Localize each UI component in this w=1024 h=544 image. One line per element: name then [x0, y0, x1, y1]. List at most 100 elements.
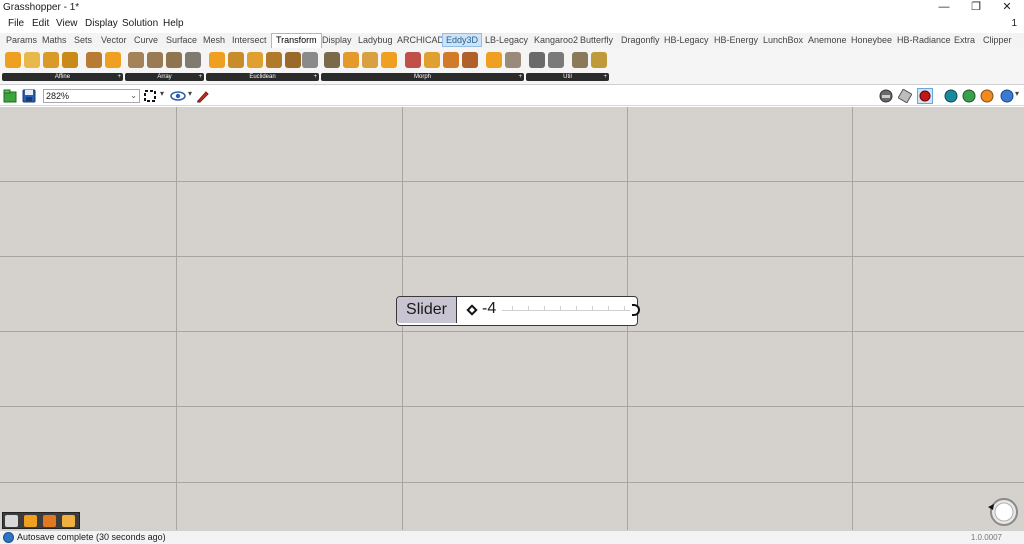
- taper-icon[interactable]: [462, 52, 478, 68]
- expand-group-button[interactable]: +: [198, 73, 202, 81]
- flow-icon[interactable]: [405, 52, 421, 68]
- move-to-plane-component-icon[interactable]: [285, 52, 301, 68]
- zoom-extents-icon[interactable]: [143, 89, 157, 103]
- tab-kangaroo2[interactable]: Kangaroo2: [534, 35, 578, 45]
- polar-array-icon[interactable]: [166, 52, 182, 68]
- slider-name-label[interactable]: Slider: [397, 297, 457, 323]
- preview-wireframe-icon[interactable]: [879, 89, 893, 103]
- open-file-icon[interactable]: [3, 89, 17, 103]
- tab-intersect[interactable]: Intersect: [232, 35, 267, 45]
- bend-deform-icon[interactable]: [343, 52, 359, 68]
- tree-widget-icon[interactable]: [43, 515, 56, 527]
- twist-icon[interactable]: [424, 52, 440, 68]
- menu-help[interactable]: Help: [163, 18, 184, 29]
- compound-transform-icon[interactable]: [529, 52, 545, 68]
- tab-clipper[interactable]: Clipper: [983, 35, 1012, 45]
- tab-hb-legacy[interactable]: HB-Legacy: [664, 35, 709, 45]
- tab-ladybug[interactable]: Ladybug: [358, 35, 393, 45]
- move-component-icon[interactable]: [209, 52, 225, 68]
- split-transform-icon[interactable]: [572, 52, 588, 68]
- mirror-component-icon[interactable]: [266, 52, 282, 68]
- tab-eddy3d[interactable]: Eddy3D: [442, 33, 483, 47]
- menu-display[interactable]: Display: [85, 18, 118, 29]
- grid-line: [0, 331, 1024, 332]
- orient-direction-component-icon[interactable]: [302, 52, 318, 68]
- menu-edit[interactable]: Edit: [32, 18, 49, 29]
- number-slider-component[interactable]: Slider -4: [396, 296, 640, 326]
- navigation-compass-icon[interactable]: [987, 495, 1019, 527]
- expand-group-button[interactable]: +: [313, 73, 317, 81]
- canvas-bookmark-icon[interactable]: [5, 515, 18, 527]
- restore-button[interactable]: ❐: [961, 0, 991, 16]
- expand-group-button[interactable]: +: [117, 73, 121, 81]
- rotate-axis-component-icon[interactable]: [247, 52, 263, 68]
- slider-output-port[interactable]: [632, 304, 640, 316]
- tab-butterfly[interactable]: Butterfly: [580, 35, 613, 45]
- tab-mesh[interactable]: Mesh: [203, 35, 225, 45]
- move-away-component-icon[interactable]: [228, 52, 244, 68]
- tab-surface[interactable]: Surface: [166, 35, 197, 45]
- save-file-icon[interactable]: [22, 89, 36, 103]
- tab-extra[interactable]: Extra: [954, 35, 975, 45]
- ribbon-group-label-array: Array: [157, 74, 172, 80]
- status-message: Autosave complete (30 seconds ago): [17, 532, 166, 542]
- transform-component-icon[interactable]: [591, 52, 607, 68]
- info-icon: [3, 532, 14, 543]
- mesh-settings-icon[interactable]: [944, 89, 958, 103]
- inverse-transform-icon[interactable]: [548, 52, 564, 68]
- close-button[interactable]: ✕: [992, 0, 1022, 16]
- ribbon-group-label-util: Util: [563, 74, 572, 80]
- tab-lb-legacy[interactable]: LB-Legacy: [485, 35, 528, 45]
- tab-vector[interactable]: Vector: [101, 35, 127, 45]
- scale-component-icon[interactable]: [24, 52, 40, 68]
- tab-lunchbox[interactable]: LunchBox: [763, 35, 803, 45]
- expand-group-button[interactable]: +: [603, 73, 607, 81]
- box-morph-icon[interactable]: [324, 52, 340, 68]
- tab-transform[interactable]: Transform: [271, 33, 322, 48]
- box-map-component-icon[interactable]: [86, 52, 102, 68]
- tab-anemone[interactable]: Anemone: [808, 35, 847, 45]
- slider-track[interactable]: [502, 310, 630, 311]
- minimize-button[interactable]: —: [929, 0, 959, 16]
- orient-component-icon[interactable]: [105, 52, 121, 68]
- tab-archicad[interactable]: ARCHICAD: [397, 35, 444, 45]
- linear-array-icon[interactable]: [147, 52, 163, 68]
- tab-maths[interactable]: Maths: [42, 35, 67, 45]
- menu-file[interactable]: File: [8, 18, 24, 29]
- display-dropdown-arrow-icon[interactable]: ▾: [1015, 89, 1024, 103]
- sketch-pen-icon[interactable]: [196, 89, 210, 103]
- blend-box-icon[interactable]: [362, 52, 378, 68]
- tab-display[interactable]: Display: [322, 35, 352, 45]
- tab-dragonfly[interactable]: Dragonfly: [621, 35, 660, 45]
- ribbon-group-euclidean: Euclidean +: [206, 50, 319, 81]
- menu-view[interactable]: View: [56, 18, 78, 29]
- mesh-custom-icon[interactable]: [980, 89, 994, 103]
- preview-eye-icon[interactable]: [170, 89, 186, 103]
- project-component-icon[interactable]: [62, 52, 78, 68]
- fire-widget-icon[interactable]: [24, 515, 37, 527]
- tab-sets[interactable]: Sets: [74, 35, 92, 45]
- preview-selected-icon[interactable]: [917, 88, 933, 104]
- zoom-level-select[interactable]: 282% ⌄: [43, 89, 140, 103]
- pen-widget-icon[interactable]: [62, 515, 75, 527]
- ribbon-group-array: Array +: [125, 50, 204, 81]
- map-to-surface-icon[interactable]: [381, 52, 397, 68]
- tab-curve[interactable]: Curve: [134, 35, 158, 45]
- tab-hb-radiance[interactable]: HB-Radiance: [897, 35, 951, 45]
- rotate-component-icon[interactable]: [5, 52, 21, 68]
- menu-solution[interactable]: Solution: [122, 18, 158, 29]
- splop-icon[interactable]: [505, 52, 521, 68]
- mesh-quality-icon[interactable]: [962, 89, 976, 103]
- expand-group-button[interactable]: +: [518, 73, 522, 81]
- tab-hb-energy[interactable]: HB-Energy: [714, 35, 758, 45]
- display-globe-icon[interactable]: [1000, 89, 1014, 103]
- tab-params[interactable]: Params: [6, 35, 37, 45]
- rectangular-array-icon[interactable]: [185, 52, 201, 68]
- curve-array-icon[interactable]: [128, 52, 144, 68]
- surface-box-icon[interactable]: [486, 52, 502, 68]
- stretch-icon[interactable]: [443, 52, 459, 68]
- shear-component-icon[interactable]: [43, 52, 59, 68]
- preview-shaded-icon[interactable]: [898, 89, 912, 103]
- tab-honeybee[interactable]: Honeybee: [851, 35, 892, 45]
- grasshopper-canvas[interactable]: Slider -4: [0, 107, 1024, 530]
